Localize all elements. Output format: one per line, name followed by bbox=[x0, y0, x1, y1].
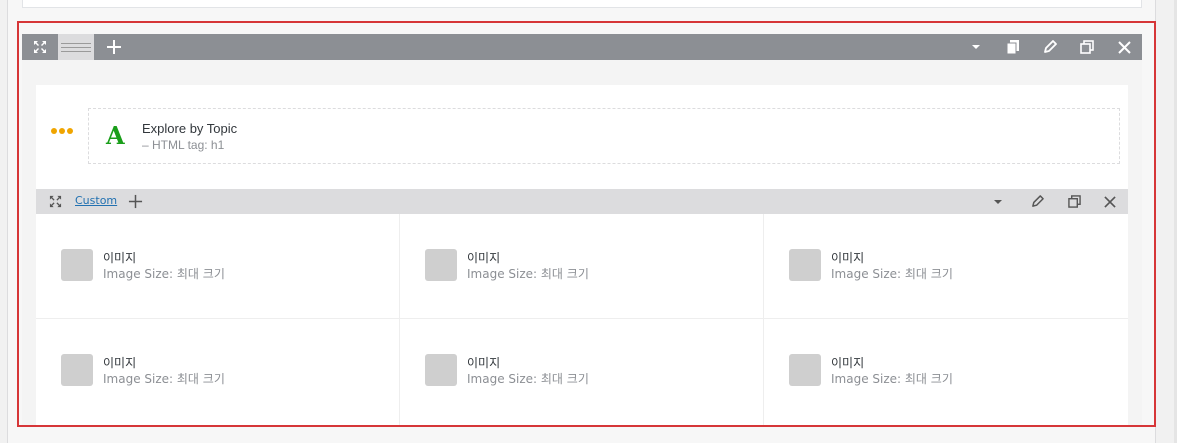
selection-outline bbox=[17, 21, 1156, 427]
previous-row bbox=[22, 0, 1142, 8]
